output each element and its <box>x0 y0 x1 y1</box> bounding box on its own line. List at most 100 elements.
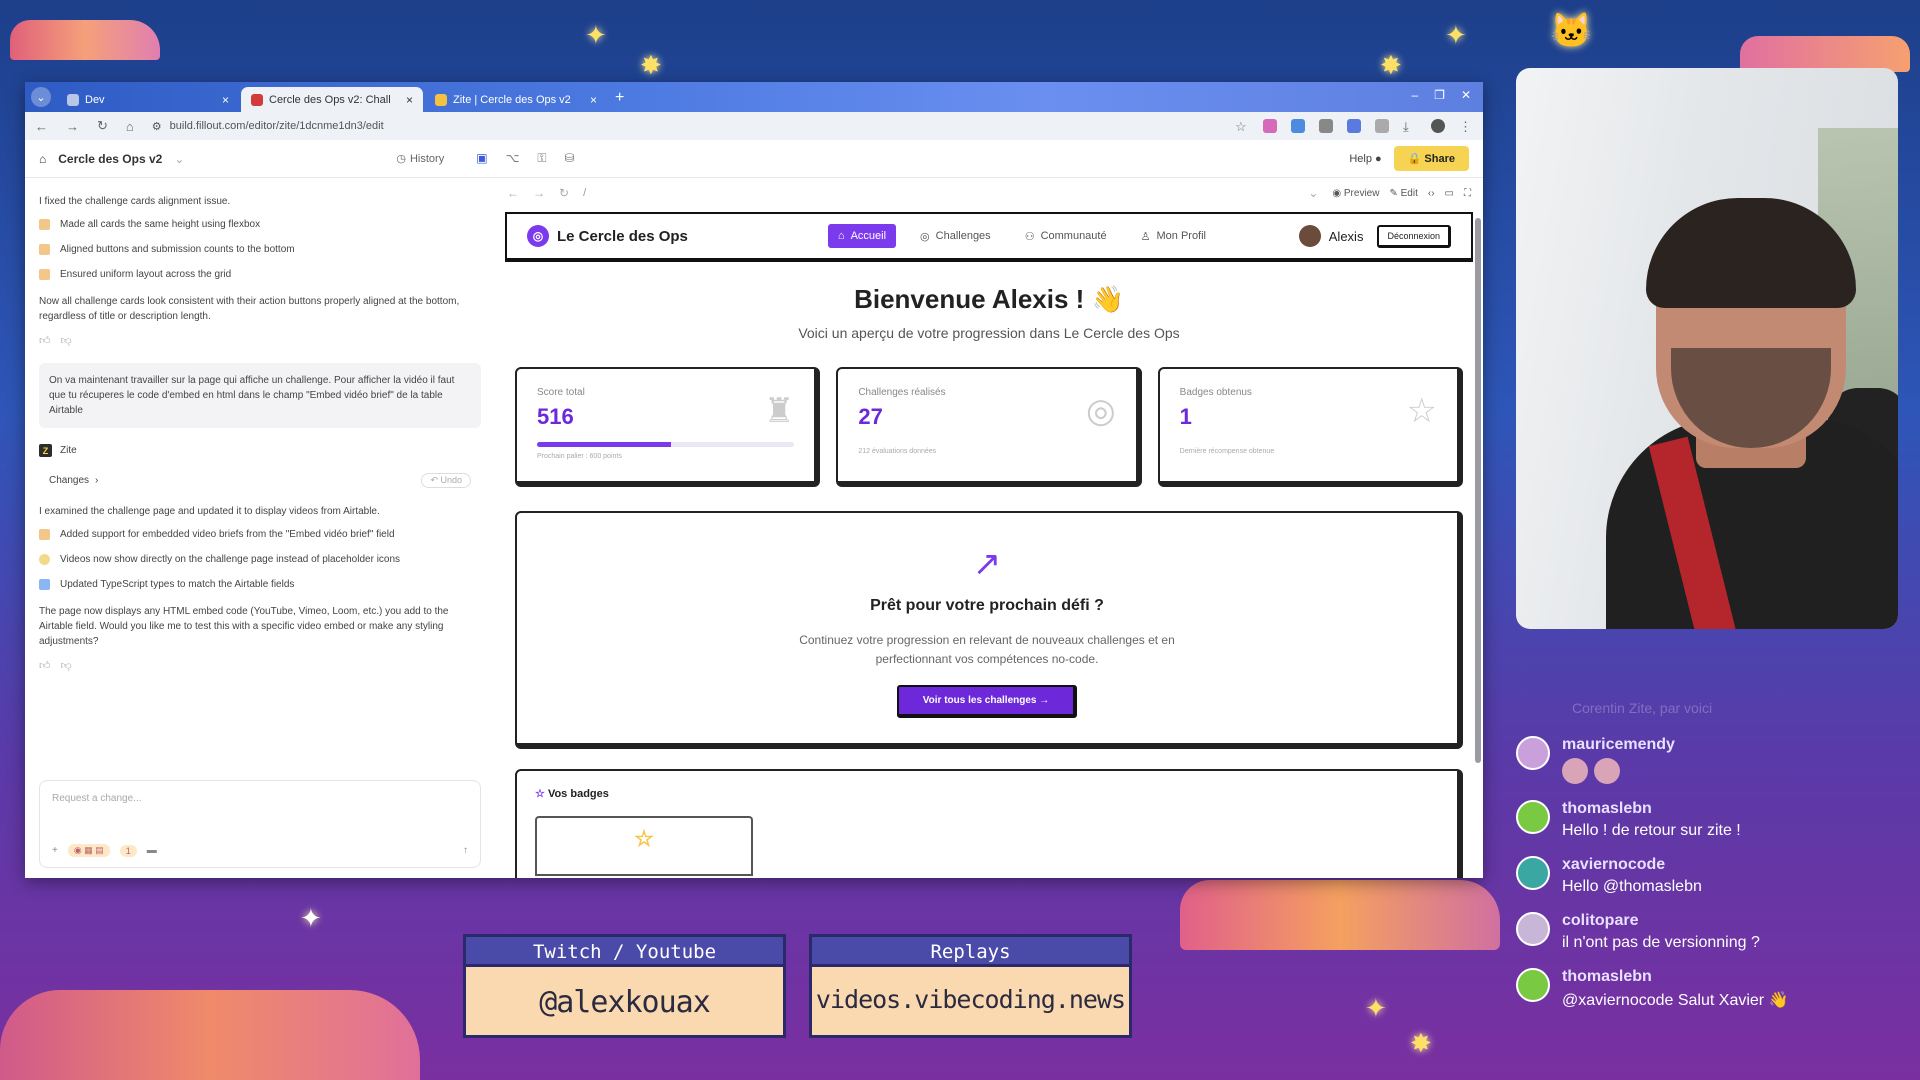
agent-message: I fixed the challenge cards alignment is… <box>39 196 231 207</box>
home-icon[interactable]: ⌂ <box>126 119 134 134</box>
chat-text: il n'ont pas de versionning ? <box>1562 934 1760 951</box>
bookmark-star-icon[interactable]: ☆ <box>1235 119 1249 134</box>
reload-icon[interactable]: ↻ <box>97 118 108 134</box>
list-item: Added support for embedded video briefs … <box>39 529 481 540</box>
avatar <box>1516 736 1550 770</box>
extension-icon[interactable] <box>1263 119 1277 133</box>
extension-icon[interactable] <box>1375 119 1389 133</box>
share-button[interactable]: 🔒 Share <box>1393 146 1469 171</box>
site-navbar: ◎ Le Cercle des Ops ⌂ Accueil ◎ Challenges… <box>505 212 1473 262</box>
browser-tab[interactable]: Dev × <box>57 87 239 112</box>
back-icon[interactable]: ← <box>507 186 519 200</box>
preview-toolbar: ← → ↻ / ⌄ ◉ Preview ✎ Edit ‹› ▭ ⛶ <box>495 178 1483 208</box>
extension-icon[interactable] <box>1291 119 1305 133</box>
preview-path[interactable]: / <box>583 187 1294 199</box>
panel-value: @alexkouax <box>539 985 711 1020</box>
scrollbar[interactable] <box>1475 218 1481 763</box>
lock-icon[interactable]: ⚿ <box>537 151 546 166</box>
comment-icon[interactable]: ▭ <box>1445 188 1454 199</box>
maximize-icon[interactable]: ❐ <box>1434 88 1445 102</box>
edit-button[interactable]: ✎ Edit <box>1389 188 1417 199</box>
user-icon: ♙ <box>1140 230 1151 243</box>
count-badge: 1 <box>119 844 137 857</box>
browser-window: ⌄ Dev × Cercle des Ops v2: Chall × Zite … <box>25 82 1483 878</box>
tab-title: Cercle des Ops v2: Chall <box>269 93 391 106</box>
nav-item-challenges[interactable]: ◎ Challenges <box>910 224 1001 249</box>
forward-icon[interactable]: → <box>533 186 545 200</box>
download-icon[interactable]: ⤓ <box>1403 119 1417 134</box>
close-icon[interactable]: × <box>590 93 597 107</box>
badge-card[interactable]: ☆ <box>535 816 753 876</box>
stream-chat: Corentin Zite, par voici mauricemendy th… <box>1516 700 1898 1055</box>
pixel-cloud-bottom-left <box>0 990 420 1080</box>
comment-icon[interactable]: ▬ <box>147 845 157 856</box>
badges-title: Vos badges <box>547 788 609 800</box>
home-icon[interactable]: ⌂ <box>39 152 46 166</box>
avatar[interactable] <box>1298 225 1321 247</box>
preview-tools: ◉ Preview ✎ Edit ‹› ▭ ⛶ <box>1332 188 1471 199</box>
chat-input[interactable]: Request a change... + ◉ ▦ ▤ 1 ▬ ↑ <box>39 780 481 868</box>
send-icon[interactable]: ↑ <box>463 845 468 856</box>
layout-icon[interactable]: ▣ <box>476 151 487 166</box>
branch-icon[interactable]: ⌥ <box>506 151 520 166</box>
chat-text: Hello @thomaslebn <box>1562 878 1702 895</box>
url-text: build.fillout.com/editor/zite/1dcnme1dn3… <box>169 120 384 132</box>
minimize-icon[interactable]: – <box>1411 88 1418 102</box>
chat-username: colitopare <box>1562 912 1639 929</box>
browser-tab[interactable]: Zite | Cercle des Ops v2 × <box>425 87 607 112</box>
address-bar[interactable]: ⚙ build.fillout.com/editor/zite/1dcnme1d… <box>152 115 1217 137</box>
new-tab-icon[interactable]: + <box>615 89 624 107</box>
close-window-icon[interactable]: ✕ <box>1461 88 1471 102</box>
nav-item-profil[interactable]: ♙ Mon Profil <box>1131 224 1216 249</box>
close-icon[interactable]: × <box>222 93 229 107</box>
extension-icon[interactable] <box>1347 119 1361 133</box>
agent-header: Z Zite <box>39 444 481 457</box>
browser-tab-active[interactable]: Cercle des Ops v2: Chall × <box>241 87 423 112</box>
help-button[interactable]: Help ● <box>1349 153 1381 165</box>
twitch-youtube-panel: Twitch / Youtube @alexkouax <box>463 934 786 1038</box>
list-item-text: Updated TypeScript types to match the Ai… <box>60 579 295 590</box>
nav-label: Accueil <box>850 230 887 242</box>
thumbs-up-icon[interactable]: 👍︎ <box>39 659 51 672</box>
logout-button[interactable]: Déconnexion <box>1377 224 1451 248</box>
changes-toggle[interactable]: Changes › ↶ Undo <box>39 469 481 492</box>
extension-icon[interactable] <box>1319 119 1333 133</box>
emote-icon <box>1562 758 1588 784</box>
list-item: Updated TypeScript types to match the Ai… <box>39 579 481 590</box>
site-brand[interactable]: ◎ Le Cercle des Ops <box>527 225 688 247</box>
code-icon[interactable]: ‹› <box>1428 188 1435 199</box>
nav-item-communaute[interactable]: ⚇ Communauté <box>1015 224 1117 249</box>
reload-icon[interactable]: ↻ <box>559 186 569 200</box>
back-icon[interactable]: ← <box>35 119 48 134</box>
sparkle-icon: ✸ <box>1410 1028 1432 1058</box>
chevron-down-icon[interactable]: ⌄ <box>174 152 184 166</box>
tab-search-icon[interactable]: ⌄ <box>31 87 51 107</box>
site-info-icon[interactable]: ⚙ <box>152 120 162 133</box>
context-pill[interactable]: ◉ ▦ ▤ <box>67 844 110 857</box>
nav-item-accueil[interactable]: ⌂ Accueil <box>827 224 897 248</box>
tab-favicon-icon <box>251 93 263 106</box>
plus-icon[interactable]: + <box>52 845 58 856</box>
view-challenges-button[interactable]: Voir tous les challenges → <box>896 685 1078 718</box>
profile-avatar[interactable] <box>1431 119 1445 133</box>
database-icon[interactable]: ⛁ <box>565 151 575 166</box>
faded-message: Corentin Zite, par voici <box>1572 700 1713 716</box>
thumbs-down-icon[interactable]: 👎︎ <box>61 659 72 672</box>
chevron-down-icon[interactable]: ⌄ <box>1308 186 1318 200</box>
tab-title: Zite | Cercle des Ops v2 <box>453 93 571 106</box>
sparkle-icon: ✸ <box>640 50 662 80</box>
thumbs-down-icon[interactable]: 👎︎ <box>61 334 72 347</box>
close-icon[interactable]: × <box>406 93 413 107</box>
chat-text: @xaviernocode Salut Xavier 👋 <box>1562 992 1789 1009</box>
preview-button[interactable]: ◉ Preview <box>1332 188 1379 199</box>
history-button[interactable]: ◷ History <box>396 152 444 166</box>
user-name: Alexis <box>1328 228 1364 244</box>
undo-button[interactable]: ↶ Undo <box>421 473 471 488</box>
menu-kebab-icon[interactable]: ⋮ <box>1459 119 1473 134</box>
fullscreen-icon[interactable]: ⛶ <box>1464 188 1471 199</box>
avatar <box>1516 912 1550 946</box>
forward-icon[interactable]: → <box>66 119 79 134</box>
project-name[interactable]: Cercle des Ops v2 <box>58 152 162 166</box>
thumbs-up-icon[interactable]: 👍︎ <box>39 334 51 347</box>
address-bar-row: ← → ↻ ⌂ ⚙ build.fillout.com/editor/zite/… <box>25 112 1483 140</box>
